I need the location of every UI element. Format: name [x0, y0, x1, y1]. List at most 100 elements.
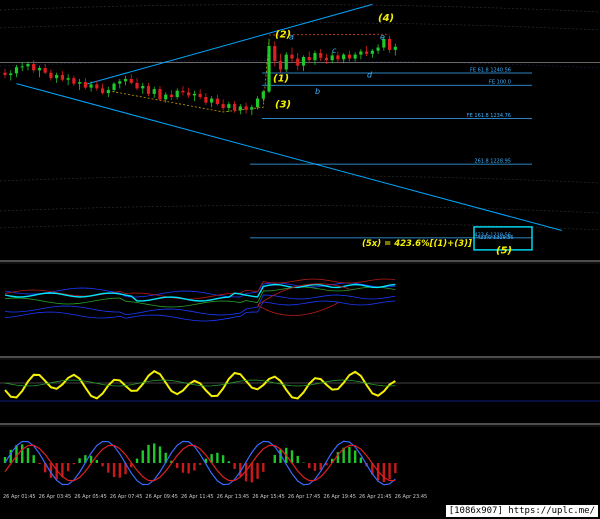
candle-body: [370, 50, 374, 54]
pane4-histogram-bar: [26, 448, 30, 463]
candle-body: [313, 53, 317, 61]
formula-label: (5x) = 423.6%[(1)+(3)]: [362, 239, 472, 249]
candle-body: [187, 92, 191, 96]
candle-body: [49, 72, 53, 79]
candle-body: [330, 55, 334, 61]
candle-body: [164, 94, 168, 100]
candle-body: [365, 51, 369, 54]
watermark: [1086x907] https://uplc.me/: [445, 505, 598, 517]
pane4-histogram-bar: [313, 463, 317, 471]
wave-label: (1): [273, 74, 289, 85]
pane4-histogram-bar: [233, 463, 236, 469]
wave-line: [108, 38, 270, 113]
candle-body: [261, 91, 265, 99]
x-tick-label: 26 Apr 07:45: [110, 494, 143, 500]
candle-body: [135, 82, 139, 89]
candle-body: [273, 45, 277, 61]
candle-body: [169, 94, 174, 98]
candle-body: [198, 93, 202, 98]
candle-body: [152, 89, 156, 94]
candle-body: [215, 98, 219, 105]
background-band: [0, 175, 600, 184]
pane4-histogram-bar: [176, 463, 179, 469]
pane2-curve: [257, 302, 339, 316]
channel-upper-line: [85, 3, 373, 85]
candle-body: [387, 38, 392, 50]
candle-body: [307, 56, 311, 61]
pane4-histogram-bar: [158, 446, 162, 463]
pane4-histogram-bar: [193, 463, 196, 471]
candle-body: [26, 64, 30, 67]
pane4-histogram-bar: [394, 463, 397, 474]
candle-body: [66, 78, 70, 80]
pane4-histogram-bar: [101, 463, 104, 467]
pane4-histogram-bar: [198, 463, 202, 465]
candle-body: [238, 106, 242, 111]
wave-label: (3): [275, 99, 291, 110]
candle-body: [204, 97, 208, 103]
pane4-histogram-bar: [21, 444, 24, 463]
pane4-histogram-bar: [153, 443, 156, 463]
x-tick-label: 26 Apr 11:45: [181, 494, 214, 500]
pane4-histogram-bar: [147, 444, 150, 463]
candle-body: [353, 54, 357, 59]
fib-level-label: FE 100.0: [489, 80, 511, 86]
candle-body: [244, 106, 248, 110]
pane4-histogram-bar: [221, 455, 225, 463]
candle-body: [336, 55, 340, 60]
candle-body: [233, 104, 237, 111]
x-tick-label: 26 Apr 23:45: [395, 494, 428, 500]
pane4-histogram-bar: [38, 463, 41, 465]
sub-wave-label: b: [315, 87, 320, 96]
pane4-histogram-bar: [273, 454, 276, 463]
candle-body: [347, 54, 351, 59]
candle-body: [227, 104, 231, 109]
candle-body: [9, 73, 13, 76]
candle-body: [175, 90, 179, 98]
pane4-histogram-bar: [107, 463, 110, 473]
candle-body: [55, 75, 59, 79]
fib-level-label: FE 161.8 1234.76: [467, 113, 511, 119]
candle-body: [3, 72, 7, 76]
x-tick-label: 26 Apr 09:45: [145, 494, 178, 500]
pane4-histogram-bar: [262, 463, 265, 472]
sub-wave-label: e: [380, 33, 385, 42]
candle-body: [192, 93, 197, 96]
pane4-histogram-bar: [181, 463, 185, 473]
x-tick-label: 26 Apr 01:45: [3, 494, 36, 500]
candle-body: [319, 53, 323, 58]
pane4-histogram-bar: [308, 463, 311, 469]
pane4-histogram-bar: [112, 463, 116, 477]
pane2-line: [4, 278, 396, 300]
candle-body: [393, 46, 397, 50]
candle-body: [112, 83, 116, 90]
target-box-label: 423.6 1219.56: [477, 235, 514, 241]
candle-body: [278, 60, 283, 70]
pane4-histogram-bar: [135, 458, 139, 463]
pane4-histogram-bar: [382, 463, 386, 482]
candle-body: [83, 82, 87, 88]
background-band: [0, 22, 600, 31]
pane4-histogram-bar: [250, 463, 254, 483]
candle-body: [141, 86, 145, 89]
candle-body: [37, 67, 42, 71]
candle-body: [376, 47, 380, 51]
pane4-histogram-bar: [359, 457, 363, 463]
candle-body: [106, 89, 110, 94]
fib-level-label: 261.8 1228.95: [474, 159, 511, 165]
candle-body: [89, 84, 93, 88]
candle-body: [14, 67, 19, 74]
pane4-histogram-bar: [187, 463, 190, 474]
candle-body: [72, 78, 76, 84]
candle-body: [324, 57, 329, 61]
chart-canvas: FE 61.8 1240.56 FE 100.0 FE 161.8 1234.76 2…: [0, 3, 600, 500]
pane4-histogram-bar: [66, 463, 70, 472]
pane4-histogram-bar: [72, 463, 76, 465]
candle-body: [301, 56, 306, 66]
candle-body: [221, 104, 225, 109]
x-tick-label: 26 Apr 13:45: [217, 494, 250, 500]
background-band: [0, 205, 600, 214]
x-tick-label: 26 Apr 19:45: [323, 494, 356, 500]
candle-body: [32, 64, 36, 71]
sub-wave-label: a: [289, 33, 294, 42]
